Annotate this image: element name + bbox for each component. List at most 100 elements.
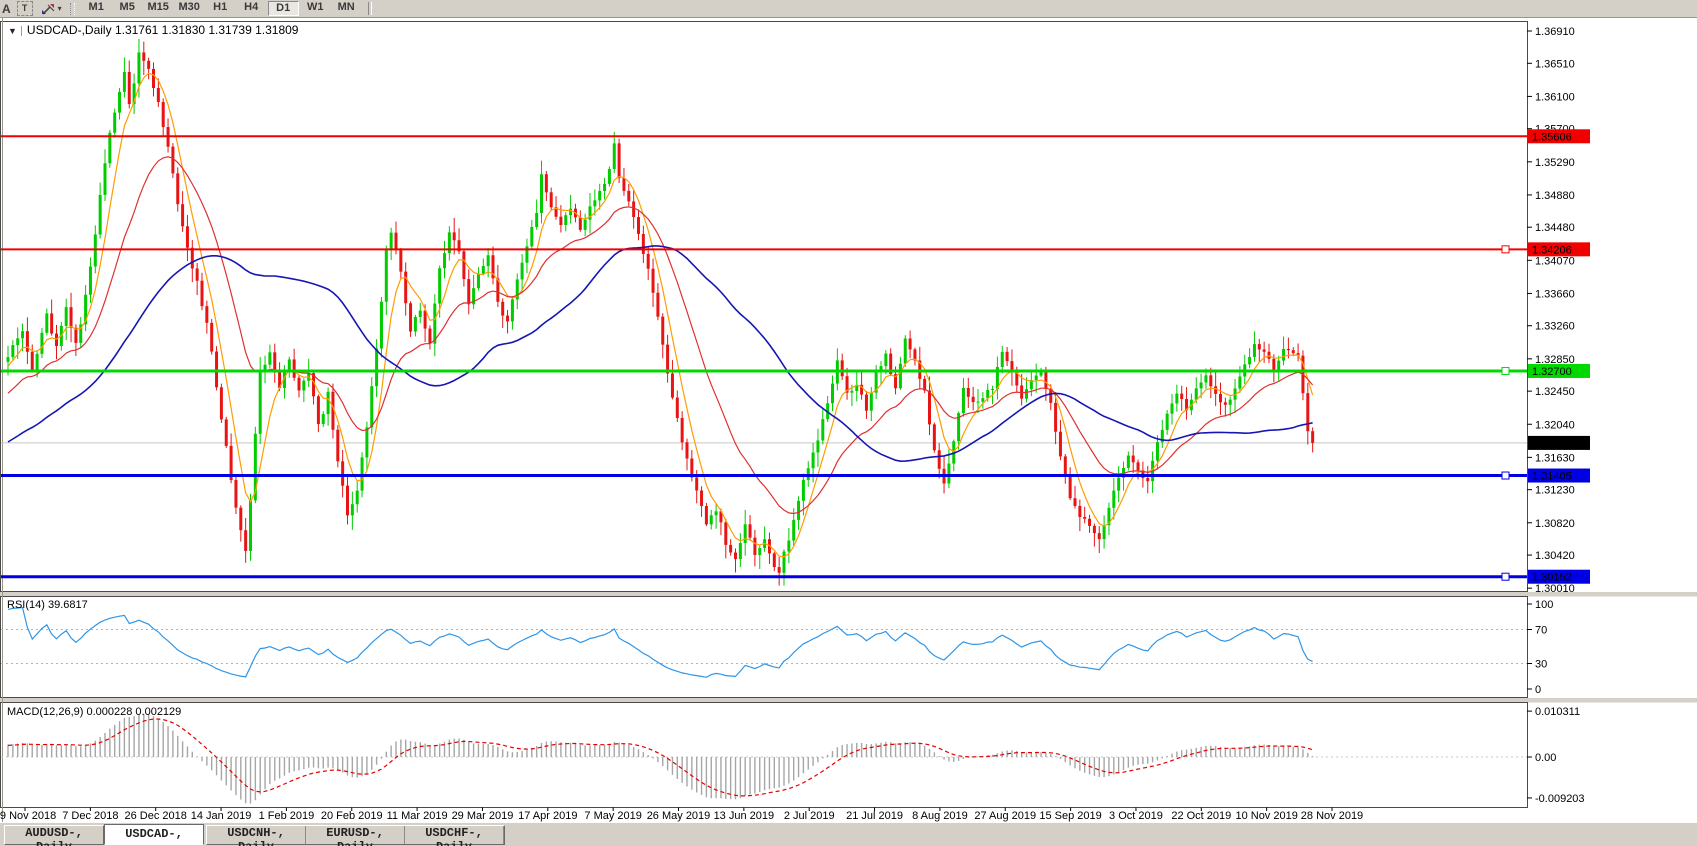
candle-body bbox=[753, 538, 756, 555]
candle-body bbox=[618, 143, 621, 178]
candle-body bbox=[443, 253, 446, 268]
timeframe-button-m15[interactable]: M15 bbox=[144, 1, 173, 16]
tab-usdcad[interactable]: USDCAD-, Daily bbox=[104, 824, 204, 845]
hline-handle[interactable] bbox=[1502, 367, 1509, 374]
candle-body bbox=[11, 345, 14, 357]
candle-body bbox=[739, 543, 742, 559]
candle-body bbox=[933, 424, 936, 450]
candle-body bbox=[142, 52, 145, 60]
candle-body bbox=[249, 500, 252, 550]
candle-body bbox=[380, 302, 383, 349]
tab-audusd[interactable]: AUDUSD-, Daily bbox=[4, 825, 104, 845]
date-label: 15 Sep 2019 bbox=[1039, 810, 1101, 822]
timeframe-button-m30[interactable]: M30 bbox=[175, 1, 204, 16]
candle-body bbox=[584, 220, 587, 230]
candle-body bbox=[884, 353, 887, 366]
timeframe-button-h4[interactable]: H4 bbox=[237, 1, 266, 16]
candle-body bbox=[1248, 357, 1251, 364]
tab-usdchf[interactable]: USDCHF-, Daily bbox=[405, 826, 504, 844]
toolbar-letter-icon[interactable]: A bbox=[2, 2, 11, 16]
rsi-tick-label: 30 bbox=[1535, 659, 1547, 671]
candle-body bbox=[152, 69, 155, 88]
price-tick-label: 1.35290 bbox=[1535, 157, 1575, 169]
date-label: 2 Jul 2019 bbox=[784, 810, 835, 822]
candle-body bbox=[1306, 393, 1309, 431]
candle-body bbox=[385, 250, 388, 301]
price-level-tag-label: 1.32700 bbox=[1532, 366, 1572, 378]
arrows-dropdown-caret[interactable]: ▾ bbox=[58, 4, 62, 13]
chart-canvas[interactable]: 1.369101.365101.361001.357001.352901.348… bbox=[0, 0, 1697, 846]
candle-body bbox=[1103, 525, 1106, 539]
candle-body bbox=[16, 338, 19, 345]
tab-usdcnh[interactable]: USDCNH-, Daily bbox=[207, 826, 306, 844]
candle-body bbox=[865, 395, 868, 411]
candle-body bbox=[65, 307, 68, 326]
candle-body bbox=[744, 524, 747, 543]
date-label: 10 Nov 2019 bbox=[1235, 810, 1297, 822]
candle-body bbox=[317, 396, 320, 424]
price-tick-label: 1.30420 bbox=[1535, 550, 1575, 562]
candle-body bbox=[613, 143, 616, 169]
timeframe-button-m1[interactable]: M1 bbox=[82, 1, 111, 16]
candle-body bbox=[686, 442, 689, 458]
symbol-dropdown-icon[interactable]: ▼ bbox=[6, 26, 22, 36]
candle-body bbox=[550, 192, 553, 207]
timeframe-button-w1[interactable]: W1 bbox=[301, 1, 330, 16]
candle-body bbox=[181, 204, 184, 226]
candle-body bbox=[622, 178, 625, 191]
text-tool-icon[interactable]: T bbox=[17, 1, 33, 16]
hline-handle[interactable] bbox=[1502, 472, 1509, 479]
timeframe-button-d1[interactable]: D1 bbox=[268, 1, 299, 16]
candle-body bbox=[346, 486, 349, 516]
candle-body bbox=[1238, 376, 1241, 388]
candle-body bbox=[1083, 517, 1086, 519]
candle-body bbox=[1069, 476, 1072, 498]
candle-body bbox=[428, 329, 431, 344]
chart-title: ▼USDCAD-,Daily 1.31761 1.31830 1.31739 1… bbox=[6, 23, 298, 37]
candle-body bbox=[302, 381, 305, 391]
rsi-tick-label: 70 bbox=[1535, 625, 1547, 637]
ohlc-values: 1.31761 1.31830 1.31739 1.31809 bbox=[115, 23, 299, 37]
candle-body bbox=[99, 195, 102, 235]
hline-handle[interactable] bbox=[1502, 573, 1509, 580]
timeframe-button-mn[interactable]: MN bbox=[332, 1, 361, 16]
candle-body bbox=[787, 541, 790, 552]
candle-body bbox=[540, 174, 543, 213]
arrows-tool-icon[interactable] bbox=[41, 2, 57, 16]
price-tick-label: 1.32040 bbox=[1535, 419, 1575, 431]
candle-body bbox=[928, 391, 931, 425]
toolbar-grip[interactable] bbox=[70, 3, 75, 15]
panel-splitter bbox=[0, 592, 1697, 597]
candle-body bbox=[671, 374, 674, 398]
candle-body bbox=[831, 384, 834, 404]
candle-body bbox=[792, 520, 795, 541]
candle-body bbox=[147, 61, 150, 69]
candle-body bbox=[113, 113, 116, 133]
candle-body bbox=[336, 430, 339, 462]
candle-body bbox=[642, 234, 645, 254]
hline-handle[interactable] bbox=[1502, 246, 1509, 253]
price-tick-label: 1.34480 bbox=[1535, 222, 1575, 234]
candle-body bbox=[370, 386, 373, 427]
candle-body bbox=[399, 250, 402, 271]
candle-body bbox=[341, 461, 344, 485]
candle-body bbox=[724, 522, 727, 545]
candle-body bbox=[977, 402, 980, 403]
timeframe-button-m5[interactable]: M5 bbox=[113, 1, 142, 16]
date-label: 7 Dec 2018 bbox=[62, 810, 118, 822]
candle-body bbox=[1272, 359, 1275, 370]
candle-body bbox=[244, 530, 247, 551]
tab-eurusd[interactable]: EURUSD-, Daily bbox=[306, 826, 405, 844]
date-label: 13 Jun 2019 bbox=[714, 810, 775, 822]
price-tick-label: 1.33260 bbox=[1535, 321, 1575, 333]
candle-body bbox=[215, 352, 218, 388]
candle-body bbox=[424, 311, 427, 329]
candle-body bbox=[729, 545, 732, 553]
price-tick-label: 1.36100 bbox=[1535, 91, 1575, 103]
candle-body bbox=[661, 317, 664, 345]
candle-body bbox=[710, 515, 713, 524]
date-label: 28 Nov 2019 bbox=[1301, 810, 1363, 822]
timeframe-button-h1[interactable]: H1 bbox=[206, 1, 235, 16]
price-tick-label: 1.32450 bbox=[1535, 386, 1575, 398]
candle-body bbox=[681, 418, 684, 442]
